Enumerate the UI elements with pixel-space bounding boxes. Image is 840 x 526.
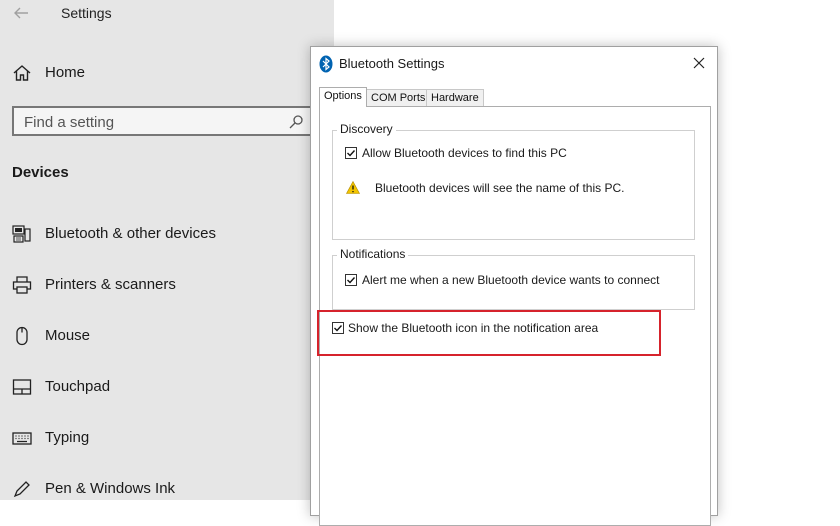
touchpad-icon [12,379,32,395]
sidebar-item-touchpad[interactable]: Touchpad [0,365,334,409]
section-heading: Devices [12,164,69,181]
home-link[interactable]: Home [0,51,334,95]
checkmark-icon [347,277,356,284]
sidebar-item-pen[interactable]: Pen & Windows Ink [0,467,334,511]
sidebar-item-label: Touchpad [45,378,111,395]
tab-hardware[interactable]: Hardware [426,89,484,106]
search-box[interactable] [12,106,312,136]
app-title: Settings [61,5,112,21]
dialog-title: Bluetooth Settings [339,56,445,71]
search-input[interactable] [24,113,274,131]
sidebar-item-mouse[interactable]: Mouse [0,314,334,358]
printer-icon [12,276,32,294]
sidebar-item-typing[interactable]: Typing [0,416,334,460]
discovery-legend: Discovery [337,122,396,136]
home-label: Home [45,64,86,81]
sidebar-item-bluetooth[interactable]: Bluetooth & other devices [0,212,334,256]
sidebar-item-label: Bluetooth & other devices [45,225,216,242]
mouse-icon [16,326,28,346]
checkmark-icon [347,150,356,157]
search-icon[interactable] [288,114,304,130]
sidebar-item-printers[interactable]: Printers & scanners [0,263,334,307]
allow-discovery-checkbox[interactable] [345,147,357,159]
title-bar: Settings [0,0,334,30]
pen-icon [13,481,30,498]
bluetooth-devices-icon [12,225,31,243]
warning-icon [346,181,360,194]
tab-options[interactable]: Options [319,87,367,107]
home-icon [13,65,31,81]
alert-new-device-label[interactable]: Alert me when a new Bluetooth device wan… [362,273,660,287]
sidebar-item-label: Printers & scanners [45,276,176,293]
highlight-box [317,310,661,356]
back-button[interactable] [12,5,32,23]
sidebar-item-label: Mouse [45,327,91,344]
allow-discovery-label[interactable]: Allow Bluetooth devices to find this PC [362,146,567,160]
alert-new-device-checkbox[interactable] [345,274,357,286]
keyboard-icon [12,432,32,445]
sidebar-item-label: Pen & Windows Ink [45,480,176,497]
bluetooth-icon [319,55,333,73]
discovery-warning-text: Bluetooth devices will see the name of t… [375,181,625,195]
tab-com-ports[interactable]: COM Ports [366,89,431,106]
close-icon[interactable] [691,55,707,71]
notifications-legend: Notifications [337,247,409,261]
back-arrow-icon [14,7,28,19]
settings-window: Settings Home Devices Bluetooth & other … [0,0,334,500]
sidebar-item-label: Typing [45,429,90,446]
